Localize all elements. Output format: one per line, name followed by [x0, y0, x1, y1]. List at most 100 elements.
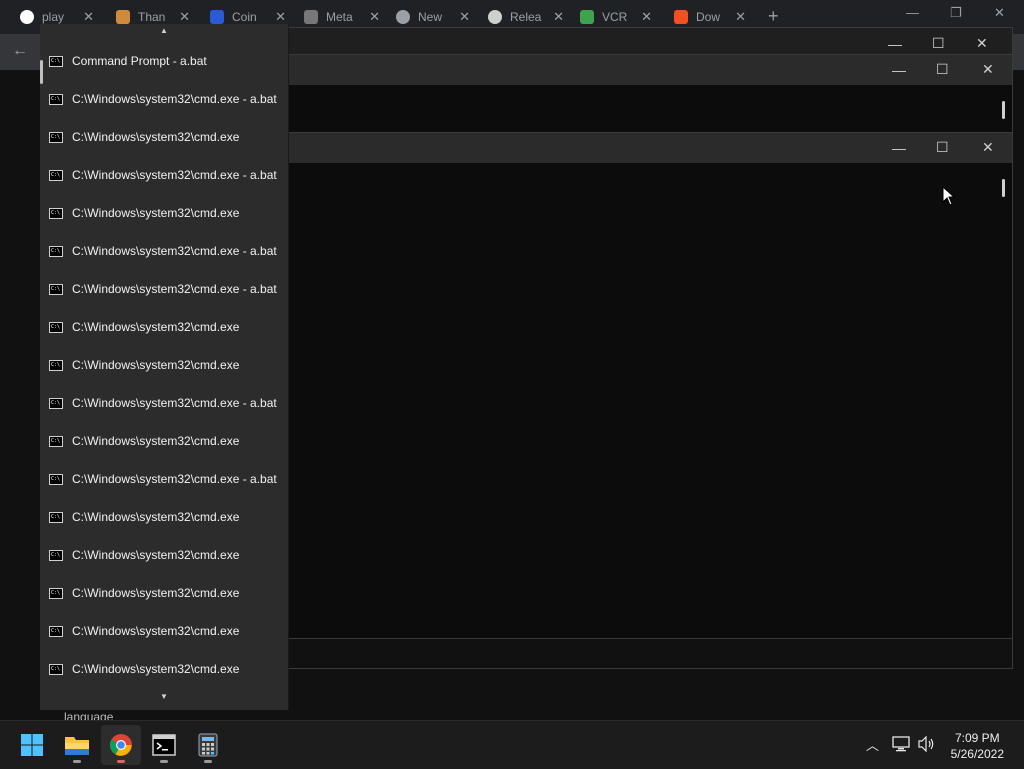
clock[interactable]: 7:09 PM 5/26/2022	[951, 730, 1004, 762]
microsoft-icon	[580, 10, 594, 24]
command-prompt-icon	[49, 663, 63, 675]
running-indicator	[204, 760, 212, 763]
jump-list-item[interactable]: C:\Windows\system32\cmd.exe - a.bat	[40, 80, 288, 118]
jump-list-item[interactable]: C:\Windows\system32\cmd.exe	[40, 574, 288, 612]
scrollbar[interactable]	[1002, 101, 1005, 119]
jump-list-item[interactable]: C:\Windows\system32\cmd.exe - a.bat	[40, 232, 288, 270]
jump-list-item-label: C:\Windows\system32\cmd.exe	[72, 320, 240, 334]
command-prompt-icon	[49, 169, 63, 181]
maximize-icon[interactable]: ☐	[936, 140, 949, 154]
jump-list-item[interactable]: C:\Windows\system32\cmd.exe	[40, 612, 288, 650]
command-prompt-icon	[49, 587, 63, 599]
scrollbar[interactable]	[1002, 179, 1005, 197]
folder-icon	[65, 737, 89, 755]
close-tab-icon[interactable]: ✕	[641, 9, 652, 25]
google-icon	[20, 10, 34, 24]
command-prompt-icon	[49, 625, 63, 637]
jump-list-item[interactable]: C:\Windows\system32\cmd.exe	[40, 650, 288, 688]
maximize-icon[interactable]: ☐	[932, 36, 945, 50]
jump-list-item-label: C:\Windows\system32\cmd.exe - a.bat	[72, 282, 277, 296]
volume-icon[interactable]	[918, 736, 936, 752]
jump-list-item[interactable]: C:\Windows\system32\cmd.exe	[40, 536, 288, 574]
jump-list-item[interactable]: C:\Windows\system32\cmd.exe - a.bat	[40, 384, 288, 422]
jump-list-item-label: C:\Windows\system32\cmd.exe - a.bat	[72, 168, 277, 182]
command-prompt-icon	[49, 207, 63, 219]
site-icon	[210, 10, 224, 24]
jump-list-item[interactable]: C:\Windows\system32\cmd.exe	[40, 498, 288, 536]
command-prompt-icon	[49, 245, 63, 257]
minimize-icon[interactable]: —	[892, 141, 906, 155]
jump-list-item-label: C:\Windows\system32\cmd.exe	[72, 130, 240, 144]
github-icon	[488, 10, 502, 24]
close-tab-icon[interactable]: ✕	[83, 9, 94, 25]
command-prompt-taskbar-button[interactable]	[144, 725, 184, 765]
close-tab-icon[interactable]: ✕	[275, 9, 286, 25]
scroll-up-arrow-icon[interactable]: ▲	[40, 26, 288, 35]
jump-list-item[interactable]: C:\Windows\system32\cmd.exe	[40, 118, 288, 156]
network-icon[interactable]	[892, 736, 910, 752]
jump-list-item-label: C:\Windows\system32\cmd.exe	[72, 548, 240, 562]
console-window[interactable]: — ☐ ✕	[285, 132, 1013, 639]
windows-logo-icon	[21, 734, 43, 756]
console-window[interactable]: — ☐ ✕	[285, 54, 1013, 141]
jump-list-item-label: C:\Windows\system32\cmd.exe - a.bat	[72, 396, 277, 410]
jump-list-item[interactable]: C:\Windows\system32\cmd.exe	[40, 194, 288, 232]
close-tab-icon[interactable]: ✕	[553, 9, 564, 25]
jump-list-item-label: C:\Windows\system32\cmd.exe	[72, 510, 240, 524]
new-tab-icon[interactable]: +	[768, 6, 779, 27]
jump-list-item-label: C:\Windows\system32\cmd.exe	[72, 434, 240, 448]
chrome-icon	[110, 734, 132, 756]
jump-list-item-label: C:\Windows\system32\cmd.exe	[72, 358, 240, 372]
command-prompt-icon	[49, 397, 63, 409]
taskbar: ︿ 7:09 PM 5/26/2022	[0, 720, 1024, 769]
jump-list-item[interactable]: C:\Windows\system32\cmd.exe	[40, 422, 288, 460]
jump-list-item[interactable]: C:\Windows\system32\cmd.exe	[40, 346, 288, 384]
close-tab-icon[interactable]: ✕	[179, 9, 190, 25]
jump-list-item-label: Command Prompt - a.bat	[72, 54, 207, 68]
clock-time: 7:09 PM	[954, 731, 1000, 745]
restore-icon[interactable]: ❐	[950, 5, 962, 21]
running-indicator	[160, 760, 168, 763]
command-prompt-icon	[49, 283, 63, 295]
jump-list-item-label: C:\Windows\system32\cmd.exe	[72, 206, 240, 220]
back-arrow-icon[interactable]: ←	[12, 42, 28, 60]
close-icon[interactable]: ✕	[994, 5, 1005, 21]
jump-list-item-label: C:\Windows\system32\cmd.exe	[72, 586, 240, 600]
running-indicator	[117, 760, 125, 763]
jump-list-item[interactable]: C:\Windows\system32\cmd.exe - a.bat	[40, 270, 288, 308]
microsoft-icon	[674, 10, 688, 24]
minimize-icon[interactable]: —	[892, 63, 906, 77]
command-prompt-icon	[49, 321, 63, 333]
jump-list-item-label: C:\Windows\system32\cmd.exe - a.bat	[72, 472, 277, 486]
jump-list-item[interactable]: C:\Windows\system32\cmd.exe - a.bat	[40, 460, 288, 498]
close-icon[interactable]: ✕	[982, 140, 994, 154]
maximize-icon[interactable]: ☐	[936, 62, 949, 76]
jump-list-item[interactable]: C:\Windows\system32\cmd.exe	[40, 308, 288, 346]
command-prompt-icon	[152, 734, 176, 756]
jump-list-item[interactable]: Command Prompt - a.bat	[40, 42, 288, 80]
clock-date: 5/26/2022	[950, 747, 1004, 761]
minimize-icon[interactable]: —	[888, 37, 902, 51]
running-indicator	[73, 760, 81, 763]
chrome-taskbar-button[interactable]	[101, 725, 141, 765]
close-icon[interactable]: ✕	[976, 36, 988, 50]
command-prompt-icon	[49, 93, 63, 105]
close-tab-icon[interactable]: ✕	[459, 9, 470, 25]
close-icon[interactable]: ✕	[982, 62, 994, 76]
chevron-up-icon[interactable]: ︿	[866, 735, 879, 754]
scroll-down-arrow-icon[interactable]: ▼	[40, 692, 288, 701]
chrome-icon	[396, 10, 410, 24]
jump-list-item[interactable]: C:\Windows\system32\cmd.exe - a.bat	[40, 156, 288, 194]
calculator-taskbar-button[interactable]	[188, 725, 228, 765]
file-explorer-button[interactable]	[57, 725, 97, 765]
taskbar-jump-list: ▲ Command Prompt - a.bat C:\Windows\syste…	[40, 24, 289, 710]
command-prompt-icon	[49, 131, 63, 143]
command-prompt-icon	[49, 435, 63, 447]
start-button[interactable]	[12, 725, 52, 765]
minimize-icon[interactable]: —	[906, 5, 919, 20]
close-tab-icon[interactable]: ✕	[369, 9, 380, 25]
site-icon	[116, 10, 130, 24]
close-tab-icon[interactable]: ✕	[735, 9, 746, 25]
mouse-cursor-icon	[942, 186, 956, 206]
jump-list-item-label: C:\Windows\system32\cmd.exe	[72, 624, 240, 638]
